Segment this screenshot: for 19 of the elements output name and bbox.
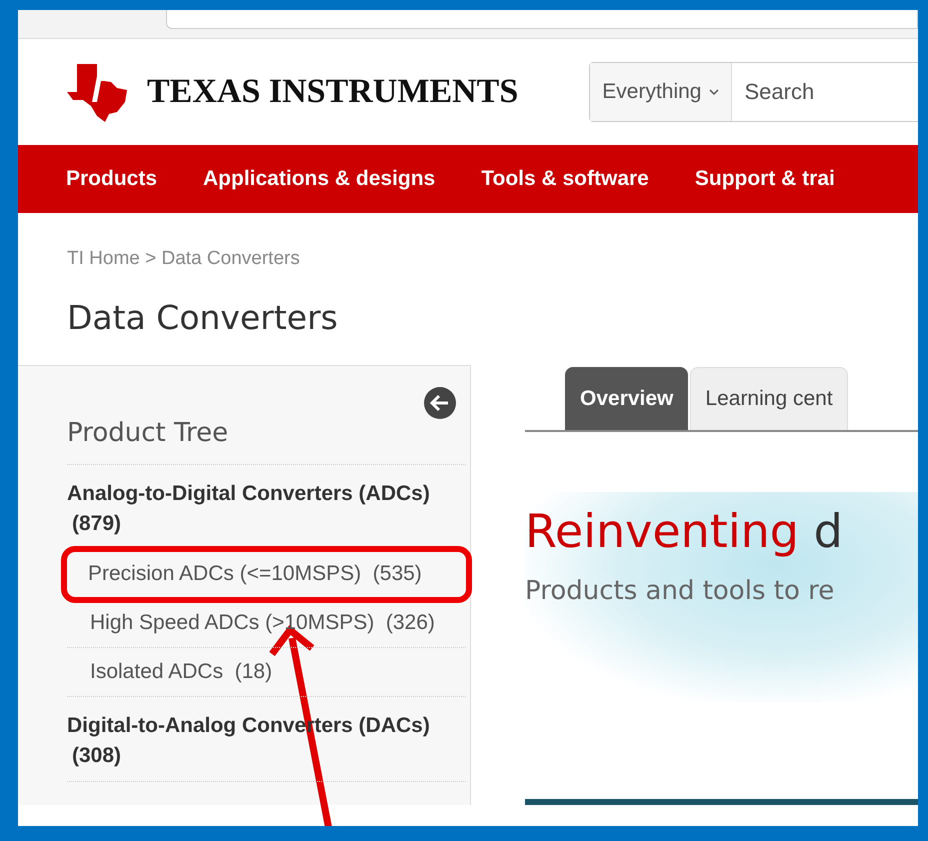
tree-item[interactable]: Analog-to-Digital Converters (ADCs) (879) [67, 465, 466, 550]
nav-link[interactable]: Products [66, 167, 158, 191]
caret-icon [709, 88, 720, 96]
tab[interactable]: Learning cent [690, 367, 848, 430]
sidebar-title: Product Tree [67, 418, 466, 465]
hero-heading: Reinventing d [525, 504, 844, 558]
tree-item[interactable]: Isolated ADCs (18) [67, 648, 466, 697]
tree-item[interactable]: High Speed ADCs (>10MSPS) (326) [67, 599, 466, 648]
brand-name: TEXAS INSTRUMENTS [147, 73, 518, 111]
search-field[interactable]: Everything Search [589, 62, 918, 122]
tab[interactable]: Overview [565, 367, 688, 430]
breadcrumb[interactable]: TI Home > Data Converters [67, 248, 300, 270]
nav-link[interactable]: Tools & software [481, 167, 649, 191]
nav-link[interactable]: Applications & designs [203, 167, 436, 191]
page-title: Data Converters [67, 298, 339, 337]
scope-dropdown[interactable]: Everything [590, 63, 732, 121]
hero-subtitle: Products and tools to re [525, 576, 836, 606]
nav-link[interactable]: Support & trai [694, 167, 835, 191]
logo-icon[interactable] [67, 62, 129, 122]
